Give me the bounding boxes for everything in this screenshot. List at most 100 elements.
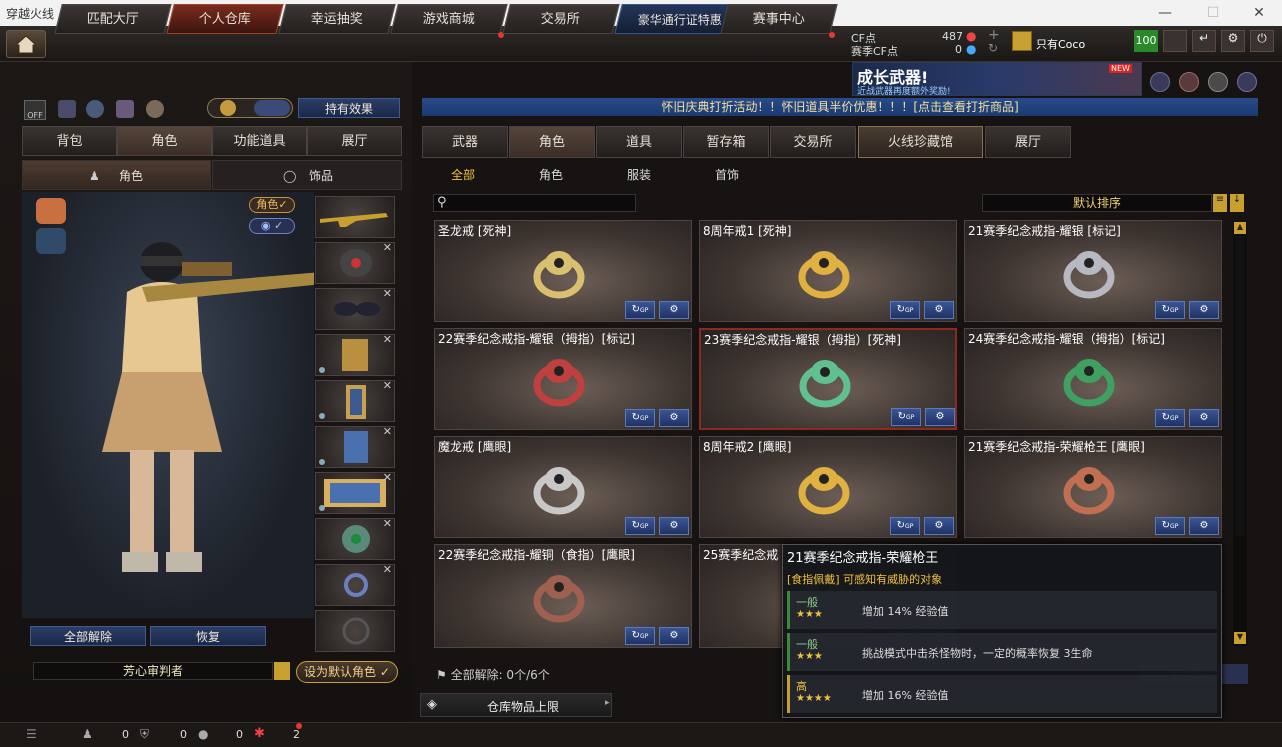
tab-gallery[interactable]: 展厅	[985, 126, 1071, 158]
nav-tab-exchange[interactable]: 交易所	[502, 4, 620, 34]
gp-button[interactable]: ↻GP	[625, 301, 655, 319]
restore-button[interactable]: 恢复	[150, 626, 266, 646]
clan-icon[interactable]: ⛨	[140, 727, 149, 742]
scroll-down-icon[interactable]: ▼	[1234, 632, 1246, 644]
sort-order-icon[interactable]: ↓	[1230, 194, 1244, 212]
nav-tab-shop[interactable]: 游戏商城	[390, 4, 508, 34]
event-icon-1[interactable]	[1150, 72, 1170, 92]
tab-characters[interactable]: 角色	[509, 126, 595, 158]
item-card[interactable]: 8周年戒2 [鹰眼] ↻GP ⚙	[699, 436, 957, 538]
event-icon-2[interactable]	[1179, 72, 1199, 92]
character-type-icon-2[interactable]	[36, 228, 66, 254]
return-icon[interactable]: ↵	[1192, 30, 1216, 52]
item-card[interactable]: 22赛季纪念戒指-耀银（拇指）[标记] ↻GP ⚙	[434, 328, 692, 430]
chest-slot[interactable]: ✕	[315, 425, 395, 468]
gp-button[interactable]: ↻GP	[625, 517, 655, 535]
settings-button[interactable]: ⚙	[925, 408, 955, 426]
toggle-off-icon[interactable]: OFF	[24, 100, 46, 120]
gp-button[interactable]: ↻GP	[1155, 517, 1185, 535]
gp-button[interactable]: ↻GP	[625, 409, 655, 427]
item-card[interactable]: 魔龙戒 [鹰眼] ↻GP ⚙	[434, 436, 692, 538]
item-card[interactable]: 8周年戒1 [死神] ↻GP ⚙	[699, 220, 957, 322]
arm-slot[interactable]: ✕	[315, 379, 395, 422]
item-card[interactable]: 圣龙戒 [死神] ↻GP ⚙	[434, 220, 692, 322]
character-badge[interactable]: 角色✓	[249, 197, 295, 213]
filter-all[interactable]: 全部	[451, 166, 475, 183]
gp-button[interactable]: ↻GP	[1155, 301, 1185, 319]
tab-function-items[interactable]: 功能道具	[212, 126, 307, 156]
power-icon[interactable]: ⏻	[1250, 30, 1274, 52]
settings-button[interactable]: ⚙	[659, 409, 689, 427]
event-icon-3[interactable]	[1208, 72, 1228, 92]
settings-button[interactable]: ⚙	[1189, 409, 1219, 427]
tab-character[interactable]: 角色	[117, 126, 212, 156]
storage-limit-button[interactable]: ◈ 仓库物品上限 ▸	[420, 693, 612, 717]
chat-icon[interactable]: ●	[198, 727, 208, 741]
filter-jewelry[interactable]: 首饰	[715, 166, 739, 183]
weapon-slot[interactable]	[315, 196, 395, 238]
nav-tab-lottery[interactable]: 幸运抽奖	[278, 4, 396, 34]
head-slot[interactable]: ✕	[315, 241, 395, 284]
remove-icon[interactable]: ✕	[383, 471, 392, 484]
gp-button[interactable]: ↻GP	[625, 627, 655, 645]
effects-button[interactable]: 持有效果	[298, 98, 400, 118]
rotate-icon[interactable]	[86, 100, 104, 118]
pose-icon[interactable]	[116, 100, 134, 118]
tab-showroom[interactable]: 展厅	[307, 126, 402, 156]
tab-weapons[interactable]: 武器	[422, 126, 508, 158]
search-input[interactable]: ⚲	[433, 194, 636, 212]
close-button[interactable]: ✕	[1236, 0, 1282, 26]
remove-icon[interactable]: ✕	[383, 517, 392, 530]
tab-backpack[interactable]: 背包	[22, 126, 117, 156]
gp-button[interactable]: ↻GP	[890, 517, 920, 535]
refresh-icon[interactable]: ↻	[988, 41, 998, 55]
set-default-button[interactable]: 设为默认角色 ✓	[296, 661, 398, 683]
scroll-up-icon[interactable]: ▲	[1234, 222, 1246, 234]
tab-items[interactable]: 道具	[596, 126, 682, 158]
visibility-toggle[interactable]: ◉ ✓	[249, 218, 295, 234]
filter-character[interactable]: 角色	[539, 166, 563, 183]
list-icon[interactable]	[274, 662, 290, 680]
settings-button[interactable]: ⚙	[924, 517, 954, 535]
item-card[interactable]: 23赛季纪念戒指-耀银（拇指）[死神] ↻GP ⚙	[699, 328, 957, 430]
gp-button[interactable]: ↻GP	[890, 301, 920, 319]
minimize-button[interactable]: —	[1142, 0, 1188, 26]
tab-collection[interactable]: 火线珍藏馆	[858, 126, 983, 158]
gp-button[interactable]: ↻GP	[1155, 409, 1185, 427]
remove-icon[interactable]: ✕	[383, 241, 392, 254]
username[interactable]: 只有Coco	[1036, 36, 1085, 52]
remove-icon[interactable]: ✕	[383, 333, 392, 346]
ring-slot-1[interactable]: ✕	[315, 517, 395, 560]
remove-icon[interactable]: ✕	[383, 379, 392, 392]
settings-button[interactable]: ⚙	[659, 627, 689, 645]
character-preview[interactable]	[22, 192, 322, 618]
nav-tab-events[interactable]: 赛事中心	[720, 4, 838, 34]
remove-icon[interactable]: ✕	[383, 563, 392, 576]
nav-tab-match-hall[interactable]: 匹配大厅	[54, 4, 172, 34]
item-card[interactable]: 22赛季纪念戒指-耀铜（食指）[鹰眼] ↻GP ⚙	[434, 544, 692, 648]
ring-slot-empty[interactable]	[315, 610, 395, 652]
unequip-all-button[interactable]: 全部解除	[30, 626, 146, 646]
filter-clothing[interactable]: 服装	[627, 166, 651, 183]
settings-button[interactable]: ⚙	[1189, 517, 1219, 535]
shield-icon[interactable]	[1163, 30, 1187, 52]
settings-button[interactable]: ⚙	[924, 301, 954, 319]
notice-bar[interactable]: 怀旧庆典打折活动！！怀旧道具半价优惠！！！[点击查看打折商品]	[422, 98, 1258, 116]
maximize-button[interactable]: ☐	[1190, 0, 1236, 26]
settings-button[interactable]: ⚙	[659, 517, 689, 535]
item-card[interactable]: 21赛季纪念戒指-耀银 [标记] ↻GP ⚙	[964, 220, 1222, 322]
promo-banner[interactable]: 成长武器! 近战武器再度额外奖励! NEW	[852, 62, 1142, 97]
menu-icon[interactable]: ☰	[26, 727, 37, 741]
item-card[interactable]: 24赛季纪念戒指-耀银（拇指）[标记] ↻GP ⚙	[964, 328, 1222, 430]
item-card[interactable]: 21赛季纪念戒指-荣耀枪王 [鹰眼] ↻GP ⚙	[964, 436, 1222, 538]
tab-storage[interactable]: 暂存箱	[683, 126, 769, 158]
remove-icon[interactable]: ✕	[383, 425, 392, 438]
home-button[interactable]	[6, 30, 46, 58]
settings-button[interactable]: ⚙	[659, 301, 689, 319]
gear-icon[interactable]: ⚙	[1221, 30, 1245, 52]
sort-select[interactable]: 默认排序	[982, 194, 1212, 212]
friends-icon[interactable]: ♟	[82, 727, 93, 741]
stats-icon[interactable]	[58, 100, 76, 118]
goggles-slot[interactable]: ✕	[315, 287, 395, 330]
body-slot[interactable]: ✕	[315, 333, 395, 376]
